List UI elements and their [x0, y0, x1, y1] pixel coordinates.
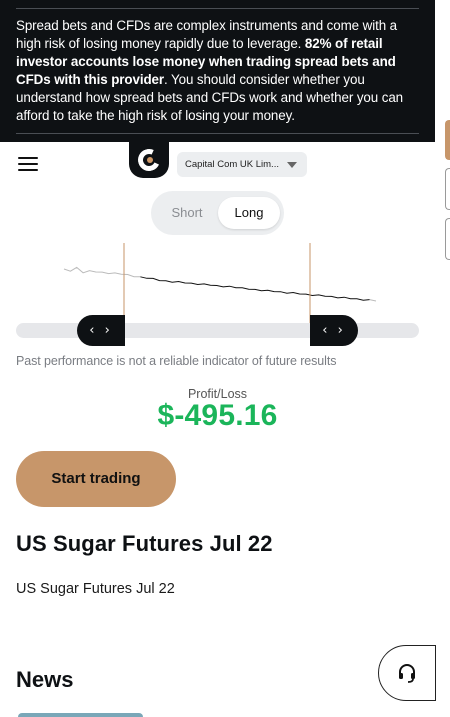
logo-dot	[147, 157, 153, 163]
risk-warning-banner: Spread bets and CFDs are complex instrum…	[0, 0, 435, 142]
toggle-short[interactable]: Short	[161, 197, 213, 229]
start-trading-button[interactable]: Start trading	[16, 451, 176, 507]
past-performance-disclaimer: Past performance is not a reliable indic…	[16, 354, 337, 368]
side-tab-accent[interactable]	[445, 120, 450, 160]
side-tab[interactable]	[445, 168, 450, 210]
app-header: Capital Com UK Lim...	[0, 142, 435, 187]
capital-com-logo[interactable]	[129, 142, 169, 178]
instrument-title: US Sugar Futures Jul 22	[16, 531, 273, 556]
chevron-down-icon	[287, 162, 297, 168]
profit-loss-value: $-495.16	[157, 399, 278, 432]
price-chart-svg	[63, 243, 377, 323]
range-handle-left[interactable]: ‹ ›	[77, 315, 125, 346]
hamburger-menu-icon[interactable]	[18, 157, 38, 171]
toggle-long[interactable]: Long	[218, 197, 280, 229]
risk-warning-text: Spread bets and CFDs are complex instrum…	[16, 18, 404, 123]
support-button[interactable]	[378, 645, 436, 701]
divider	[16, 133, 419, 134]
direction-toggle: Short Long	[151, 191, 284, 235]
chart-line-after-range	[369, 299, 377, 302]
news-heading: News	[16, 667, 74, 692]
news-thumbnail[interactable]	[18, 713, 143, 717]
chart-line-before-range	[63, 266, 141, 278]
range-handle-right[interactable]: ‹ ›	[310, 315, 358, 346]
headset-support-icon	[399, 664, 415, 683]
entity-selector[interactable]: Capital Com UK Lim...	[177, 152, 307, 177]
chart-line-selected-range	[140, 276, 370, 301]
instrument-subtitle: US Sugar Futures Jul 22	[16, 581, 175, 597]
side-tab[interactable]	[445, 218, 450, 260]
price-chart: ‹ › ‹ ›	[16, 243, 419, 346]
entity-selector-value: Capital Com UK Lim...	[185, 159, 279, 170]
